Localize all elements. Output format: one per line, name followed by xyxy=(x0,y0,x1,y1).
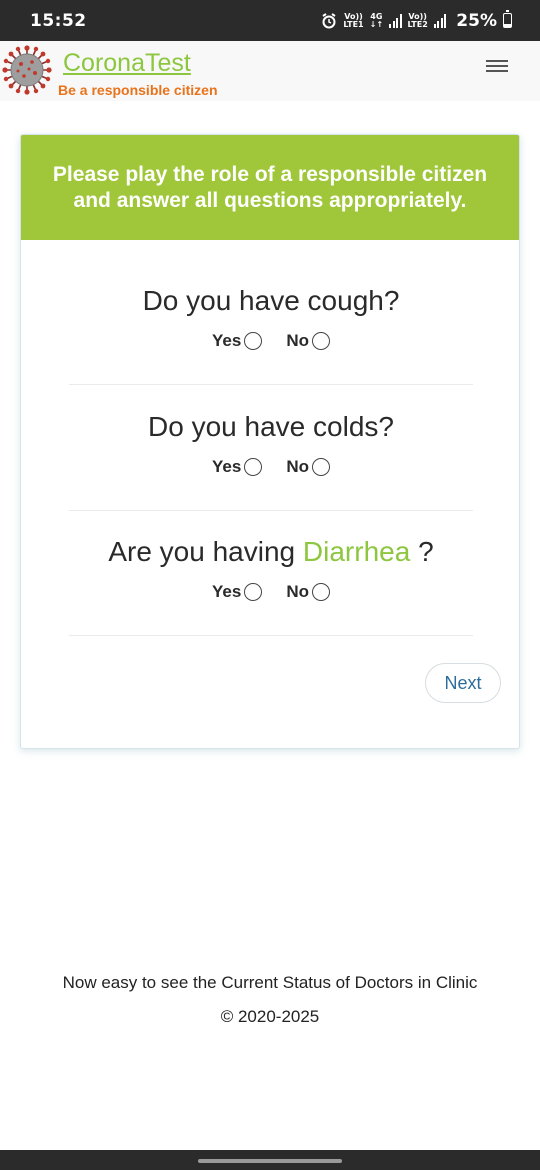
question-diarrhea: Are you having Diarrhea ? Yes No xyxy=(69,536,473,636)
no-option[interactable]: No xyxy=(286,457,330,477)
alarm-icon xyxy=(322,12,336,28)
yes-radio[interactable] xyxy=(244,583,263,601)
status-time: 15:52 xyxy=(30,10,87,31)
question-cough: Do you have cough? Yes No xyxy=(69,285,473,385)
no-radio[interactable] xyxy=(311,583,330,601)
battery-percent: 25% xyxy=(456,10,497,31)
yes-option[interactable]: Yes xyxy=(212,457,263,477)
question-text: Do you have colds? xyxy=(148,411,394,442)
yes-label: Yes xyxy=(212,331,242,350)
no-option[interactable]: No xyxy=(286,582,330,602)
app-header: CoronaTest Be a responsible citizen xyxy=(0,41,540,101)
question-text-after: ? xyxy=(410,536,434,567)
question-text: Do you have cough? xyxy=(142,285,400,316)
hamburger-icon[interactable] xyxy=(486,58,508,76)
no-label: No xyxy=(286,582,309,601)
status-indicators: Vo)) LTE1 4G ↓↑ Vo)) LTE2 25% xyxy=(321,10,512,31)
sim1-label: Vo)) LTE1 xyxy=(343,11,364,29)
brand-tagline: Be a responsible citizen xyxy=(58,82,218,98)
yes-option[interactable]: Yes xyxy=(212,331,263,351)
question-highlight: Diarrhea xyxy=(302,536,411,567)
network-type-label: 4G ↓↑ xyxy=(369,11,384,29)
no-radio[interactable] xyxy=(311,332,330,350)
yes-label: Yes xyxy=(212,582,242,601)
question-colds: Do you have colds? Yes No xyxy=(69,411,473,511)
no-option[interactable]: No xyxy=(286,331,330,351)
yes-option[interactable]: Yes xyxy=(212,582,263,602)
yes-label: Yes xyxy=(212,457,242,476)
yes-radio[interactable] xyxy=(244,458,263,476)
card-banner: Please play the role of a responsible ci… xyxy=(21,135,519,240)
footer-description: Now easy to see the Current Status of Do… xyxy=(62,973,478,992)
brand-title[interactable]: CoronaTest xyxy=(63,49,191,78)
yes-radio[interactable] xyxy=(244,332,263,350)
next-button[interactable]: Next xyxy=(425,663,501,703)
home-gesture-handle[interactable] xyxy=(198,1159,342,1163)
sim2-label: Vo)) LTE2 xyxy=(407,11,428,29)
answer-row: Yes No xyxy=(69,582,473,602)
no-radio[interactable] xyxy=(311,458,330,476)
answer-row: Yes No xyxy=(69,331,473,351)
no-label: No xyxy=(286,457,309,476)
question-text-before: Are you having xyxy=(108,536,303,567)
questionnaire-card: Please play the role of a responsible ci… xyxy=(20,134,520,749)
answer-row: Yes No xyxy=(69,457,473,477)
signal-2-icon xyxy=(433,13,447,28)
virus-logo-icon xyxy=(2,45,52,95)
no-label: No xyxy=(286,331,309,350)
system-nav-bar xyxy=(0,1150,540,1170)
status-bar: 15:52 Vo)) LTE1 4G ↓↑ Vo)) LTE2 25% xyxy=(0,0,540,41)
signal-1-icon xyxy=(389,13,402,28)
battery-icon xyxy=(503,10,512,28)
question-text: Are you having Diarrhea ? xyxy=(69,536,473,568)
footer-copyright: © 2020-2025 xyxy=(220,1007,320,1026)
